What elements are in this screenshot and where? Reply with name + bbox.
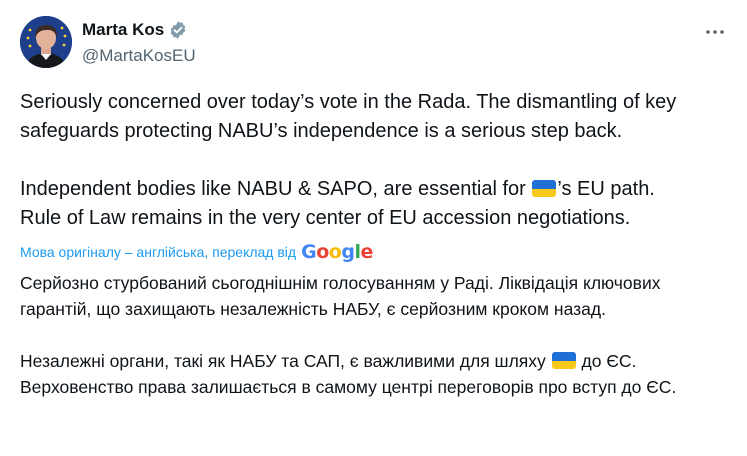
translation-note-link[interactable]: Мова оригіналу – англійська, переклад ві…	[20, 244, 296, 260]
original-paragraph-1: Seriously concerned over today’s vote in…	[20, 91, 677, 142]
author-names: Marta Kos @MartaKosEU	[82, 18, 196, 66]
google-logo: Google	[301, 241, 373, 263]
ukraine-flag-icon	[532, 180, 557, 197]
original-paragraph-2-end: ’s EU path.	[557, 178, 655, 200]
translated-paragraph-2-start: Незалежні органи, такі як НАБУ та САП, є…	[20, 351, 551, 371]
tweet-translated-text: Серйозно стурбований сьогоднішнім голосу…	[20, 270, 720, 400]
original-paragraph-2-start: Independent bodies like NABU & SAPO, are…	[20, 178, 532, 200]
tweet-original-text: Seriously concerned over today’s vote in…	[20, 88, 735, 233]
translated-paragraph-1: Серйозно стурбований сьогоднішнім голосу…	[20, 273, 661, 319]
translated-paragraph-2: Незалежні органи, такі як НАБУ та САП, є…	[20, 348, 720, 400]
more-options-icon[interactable]	[700, 20, 730, 44]
name-row: Marta Kos	[82, 18, 196, 42]
author-handle[interactable]: @MartaKosEU	[82, 46, 196, 66]
original-paragraph-3: Rule of Law remains in the very center o…	[20, 207, 631, 229]
tweet-header: Marta Kos @MartaKosEU	[20, 16, 730, 72]
original-paragraph-2: Independent bodies like NABU & SAPO, are…	[20, 175, 735, 233]
tweet-card: Marta Kos @MartaKosEU Seriously concerne…	[0, 0, 747, 456]
verified-badge-icon	[168, 20, 188, 40]
translation-attribution: Мова оригіналу – англійська, переклад ві…	[20, 241, 373, 263]
avatar-image	[20, 16, 72, 68]
avatar[interactable]	[20, 16, 72, 68]
author-display-name[interactable]: Marta Kos	[82, 20, 164, 40]
ukraine-flag-icon	[551, 352, 576, 369]
